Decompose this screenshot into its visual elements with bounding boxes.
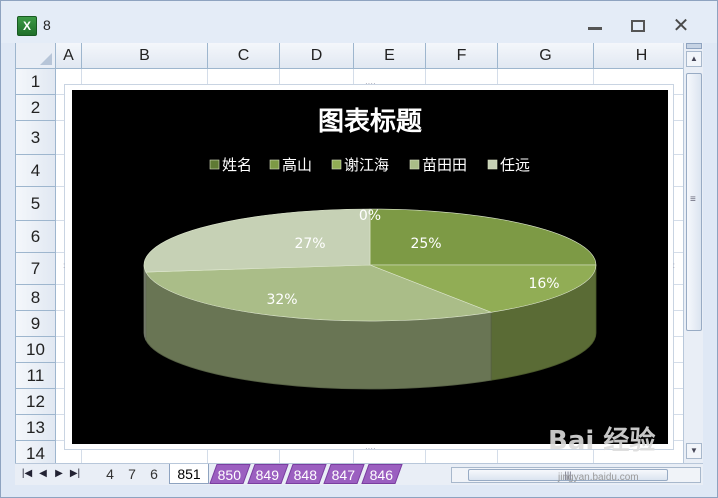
legend-swatch bbox=[487, 159, 498, 170]
maximize-icon bbox=[631, 20, 645, 32]
pie-chart-svg: 图表标题姓名 高山 谢江海 苗田田 任远 0% 25% 16% 32% 27% bbox=[143, 107, 597, 390]
vertical-scroll-thumb[interactable]: ≡ bbox=[686, 73, 702, 331]
sheet-tab-849[interactable]: 849 bbox=[247, 464, 289, 484]
column-header-E[interactable]: E bbox=[354, 43, 426, 69]
legend-swatch bbox=[209, 159, 220, 170]
row-header-7[interactable]: 7 bbox=[16, 253, 56, 285]
row-header-6[interactable]: 6 bbox=[16, 221, 56, 253]
legend-label: 任远 bbox=[500, 156, 530, 174]
excel-app-icon: X bbox=[17, 16, 37, 36]
scroll-up-button[interactable]: ▲ bbox=[686, 51, 702, 67]
maximize-button[interactable] bbox=[625, 15, 651, 37]
legend-swatch bbox=[331, 159, 342, 170]
window-title: 8 bbox=[43, 17, 51, 33]
sheet-tab-active[interactable]: 851 bbox=[169, 464, 209, 484]
row-header-11[interactable]: 11 bbox=[16, 363, 56, 389]
data-label: 32% bbox=[266, 292, 297, 308]
row-header-2[interactable]: 2 bbox=[16, 95, 56, 121]
watermark-url: jingyan.baidu.com bbox=[558, 472, 639, 483]
minimize-button[interactable] bbox=[582, 15, 608, 37]
row-header-13[interactable]: 13 bbox=[16, 415, 56, 441]
row-header-1[interactable]: 1 bbox=[16, 69, 56, 95]
data-label: 27% bbox=[294, 236, 325, 252]
column-header-G[interactable]: G bbox=[498, 43, 594, 69]
sheet-tab-850[interactable]: 850 bbox=[209, 464, 251, 484]
column-header-F[interactable]: F bbox=[426, 43, 498, 69]
resize-handle-top[interactable]: ···· bbox=[365, 79, 376, 88]
row-header-8[interactable]: 8 bbox=[16, 285, 56, 311]
data-label: 16% bbox=[528, 276, 559, 292]
close-button[interactable]: ✕ bbox=[668, 15, 694, 37]
row-header-12[interactable]: 12 bbox=[16, 389, 56, 415]
scroll-down-button[interactable]: ▼ bbox=[686, 443, 702, 459]
sheet-tab-label: 846 bbox=[369, 467, 394, 483]
next-sheet-button[interactable]: ▶ bbox=[53, 467, 65, 481]
sheet-tab-847[interactable]: 847 bbox=[323, 464, 365, 484]
chart-title: 图表标题 bbox=[318, 107, 422, 137]
row-header-4[interactable]: 4 bbox=[16, 155, 56, 187]
column-header-B[interactable]: B bbox=[82, 43, 208, 69]
vertical-scrollbar[interactable]: ▲ ≡ ▼ bbox=[683, 43, 703, 463]
legend-label: 苗田田 bbox=[422, 156, 467, 174]
sheet-tab-label: 849 bbox=[255, 467, 280, 483]
last-sheet-button[interactable]: ▶| bbox=[69, 467, 81, 481]
legend-swatch bbox=[269, 159, 280, 170]
column-header-H[interactable]: H bbox=[594, 43, 683, 69]
legend-entry: 谢江海 bbox=[331, 156, 389, 174]
row-header-5[interactable]: 5 bbox=[16, 187, 56, 221]
resize-handle-left[interactable]: : bbox=[63, 261, 65, 270]
column-header-A[interactable]: A bbox=[56, 43, 82, 69]
column-header-C[interactable]: C bbox=[208, 43, 280, 69]
row-header-10[interactable]: 10 bbox=[16, 337, 56, 363]
data-label: 0% bbox=[359, 208, 381, 224]
first-sheet-button[interactable]: |◀ bbox=[21, 467, 33, 481]
legend-label: 高山 bbox=[282, 156, 312, 174]
legend-entry: 苗田田 bbox=[409, 156, 467, 174]
legend-swatch bbox=[409, 159, 420, 170]
pie-chart[interactable]: 图表标题姓名 高山 谢江海 苗田田 任远 0% 25% 16% 32% 27% bbox=[72, 90, 668, 444]
grip-icon: ≡ bbox=[690, 194, 696, 205]
minimize-icon bbox=[588, 27, 602, 30]
column-header-D[interactable]: D bbox=[280, 43, 354, 69]
legend-label: 姓名 bbox=[222, 156, 252, 174]
legend-entry: 任远 bbox=[487, 156, 530, 174]
select-all-corner[interactable] bbox=[16, 43, 56, 69]
pie-slice-4 bbox=[143, 208, 371, 273]
pie-top bbox=[143, 208, 597, 322]
legend-entry: 姓名 bbox=[209, 156, 252, 174]
sheet-tab-label: 848 bbox=[293, 467, 318, 483]
prev-sheet-button[interactable]: ◀ bbox=[37, 467, 49, 481]
sheet-tab-label: 850 bbox=[217, 467, 242, 483]
pie-slice-1 bbox=[369, 208, 597, 266]
row-header-14[interactable]: 14 bbox=[16, 441, 56, 463]
row-header-3[interactable]: 3 bbox=[16, 121, 56, 155]
close-icon: ✕ bbox=[672, 15, 690, 37]
resize-handle-bottom[interactable]: ···· bbox=[365, 444, 376, 453]
sheet-tab-label: 847 bbox=[331, 467, 356, 483]
row-header-9[interactable]: 9 bbox=[16, 311, 56, 337]
sheet-tab-4[interactable]: 4 bbox=[99, 464, 121, 484]
sheet-tab-848[interactable]: 848 bbox=[285, 464, 327, 484]
resize-handle-right[interactable]: : bbox=[673, 261, 675, 270]
sheet-tab-7[interactable]: 7 bbox=[121, 464, 143, 484]
data-label: 25% bbox=[410, 236, 441, 252]
watermark-logo: Bai 经验 bbox=[548, 426, 656, 456]
legend-entry: 高山 bbox=[269, 156, 312, 174]
sheet-tab-846[interactable]: 846 bbox=[361, 464, 403, 484]
title-bar: X 8 ✕ bbox=[1, 1, 717, 43]
sheet-tab-6[interactable]: 6 bbox=[143, 464, 165, 484]
split-handle[interactable] bbox=[686, 43, 702, 49]
pie-slice-side bbox=[143, 264, 147, 341]
legend-label: 谢江海 bbox=[344, 156, 389, 174]
